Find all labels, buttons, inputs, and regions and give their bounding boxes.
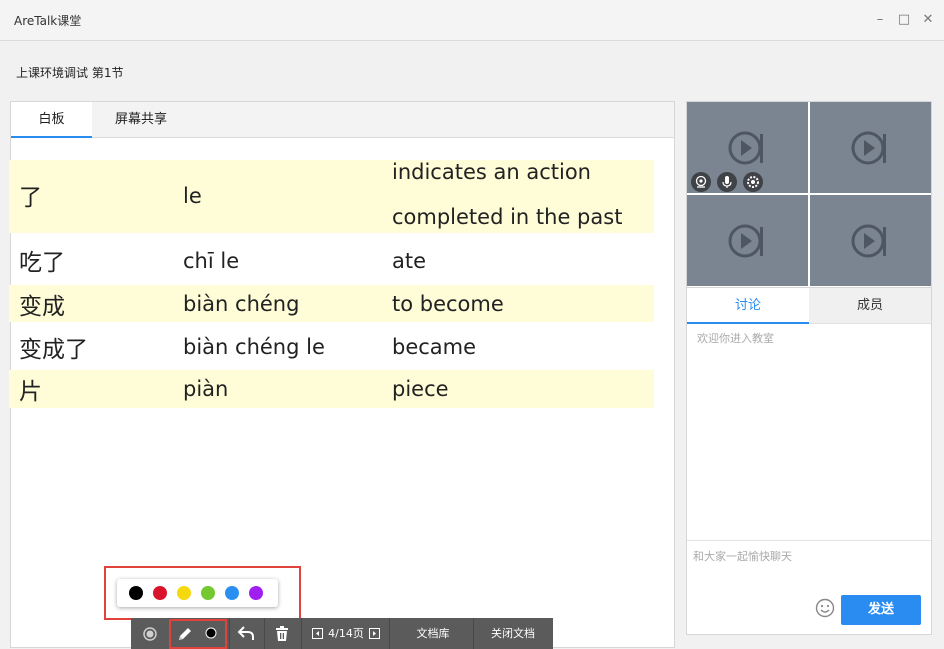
page-indicator: 4/14页 (328, 627, 364, 640)
pen-highlight-frame (169, 619, 227, 649)
tab-discussion[interactable]: 讨论 (687, 288, 809, 324)
color-swatch-yellow[interactable] (177, 586, 191, 600)
chat-panel: 讨论 成员 欢迎你进入教室 发送 (686, 288, 932, 635)
next-page-button[interactable] (369, 618, 380, 649)
tab-whiteboard[interactable]: 白板 (11, 102, 92, 138)
hanzi-cell: 了 (19, 185, 42, 211)
board-tabs: 白板 屏幕共享 (11, 102, 674, 138)
maximize-button[interactable]: □ (894, 10, 914, 30)
video-placeholder-icon (851, 224, 886, 258)
video-placeholder-icon (851, 131, 886, 165)
video-tile[interactable] (687, 102, 808, 193)
record-icon[interactable] (137, 618, 163, 649)
course-title: 上课环境调试 第1节 (16, 66, 124, 80)
video-tile[interactable] (687, 195, 808, 286)
minimize-button[interactable]: – (870, 10, 890, 30)
toolbar-divider (473, 618, 474, 649)
vocab-row: 片 piàn piece (9, 370, 654, 408)
hanzi-cell: 吃了 (19, 250, 65, 276)
color-swatch-green[interactable] (201, 586, 215, 600)
hanzi-cell: 片 (19, 379, 42, 405)
trash-icon[interactable] (267, 618, 297, 649)
vocab-row: 变成了 biàn chéng le became (9, 322, 654, 370)
emoji-icon[interactable] (815, 598, 835, 618)
send-button[interactable]: 发送 (841, 595, 921, 625)
english-cell: became (392, 335, 477, 359)
english-cell: indicates an action (392, 160, 591, 184)
hanzi-cell: 变成 (19, 294, 65, 320)
color-swatch-black[interactable] (129, 586, 143, 600)
pinyin-cell: chī le (183, 249, 240, 273)
pinyin-cell: le (183, 184, 202, 208)
chat-welcome-message: 欢迎你进入教室 (697, 332, 774, 345)
app-title: AreTalk课堂 (14, 14, 82, 28)
video-tile[interactable] (810, 102, 931, 193)
slide-content: 了 le indicates an action completed in th… (9, 160, 654, 408)
video-placeholder-icon (728, 224, 763, 258)
vocab-row: 吃了 chī le ate (9, 233, 654, 285)
color-palette (117, 579, 278, 623)
pinyin-cell: biàn chéng (183, 292, 300, 316)
doc-library-button[interactable]: 文档库 (393, 618, 473, 649)
settings-icon[interactable] (743, 172, 763, 192)
toolbar-divider (301, 618, 302, 649)
chat-divider (687, 540, 931, 541)
palette-highlight-frame (104, 566, 301, 623)
english-cell: completed in the past (392, 205, 623, 229)
video-placeholder-icon (728, 131, 763, 165)
undo-icon[interactable] (231, 618, 261, 649)
microphone-icon[interactable] (717, 172, 737, 192)
camera-icon[interactable] (691, 172, 711, 192)
color-swatch-purple[interactable] (249, 586, 263, 600)
english-cell: to become (392, 292, 504, 316)
toolbar-divider (229, 618, 230, 649)
tab-members[interactable]: 成员 (809, 288, 931, 324)
english-cell: ate (392, 249, 427, 273)
hanzi-cell: 变成了 (19, 337, 88, 363)
color-swatch-blue[interactable] (225, 586, 239, 600)
color-swatch-red[interactable] (153, 586, 167, 600)
title-bar: AreTalk课堂 – □ ✕ (0, 0, 944, 41)
chat-input[interactable] (693, 544, 925, 568)
vocab-row: 了 le indicates an action completed in th… (9, 160, 654, 233)
vocab-row: 变成 biàn chéng to become (9, 285, 654, 322)
close-doc-button[interactable]: 关闭文档 (475, 618, 551, 649)
pinyin-cell: piàn (183, 377, 229, 401)
video-tile[interactable] (810, 195, 931, 286)
toolbar-divider (389, 618, 390, 649)
prev-page-button[interactable] (312, 618, 323, 649)
close-button[interactable]: ✕ (918, 10, 938, 30)
video-grid (686, 101, 932, 288)
english-cell: piece (392, 377, 449, 401)
pinyin-cell: biàn chéng le (183, 335, 325, 359)
tab-screen-share[interactable]: 屏幕共享 (92, 102, 190, 138)
toolbar-divider (264, 618, 265, 649)
